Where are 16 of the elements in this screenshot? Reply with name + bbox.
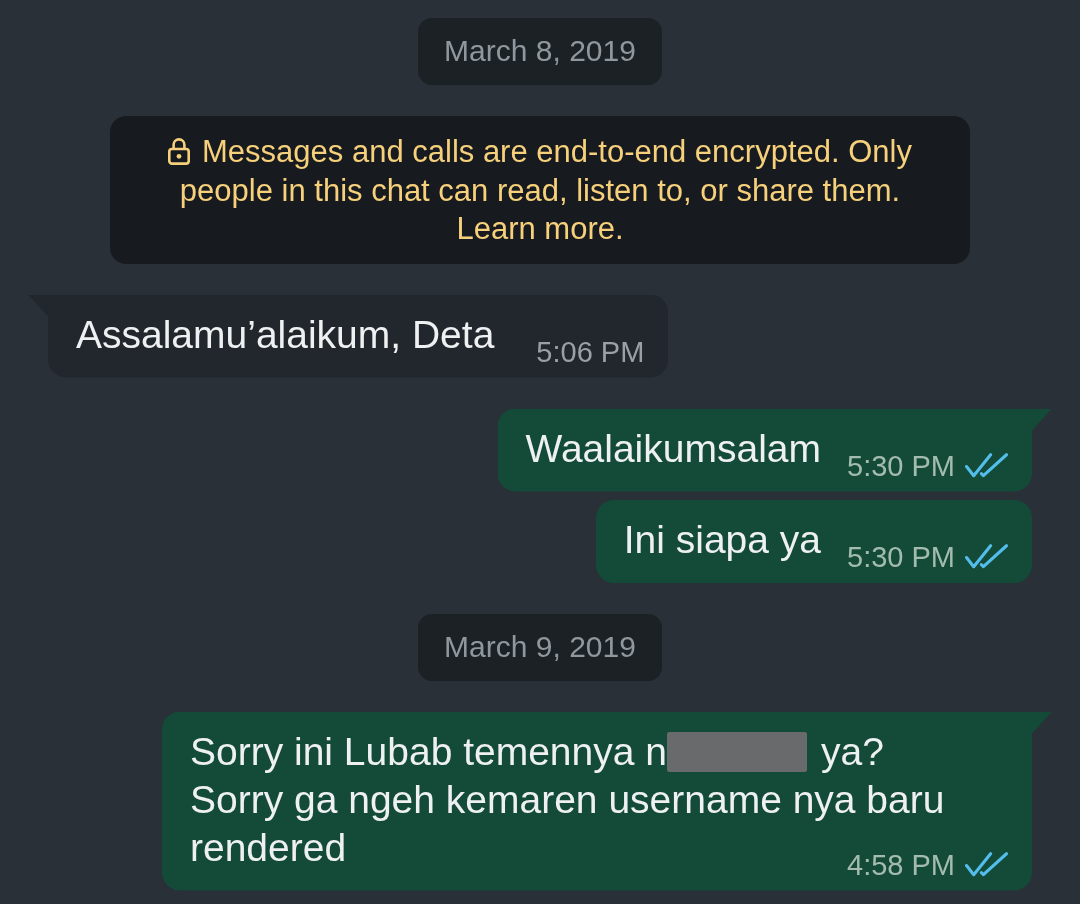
message-text: Assalamu’alaikum, Deta xyxy=(76,311,495,358)
message-time: 4:58 PM xyxy=(847,848,955,881)
date-separator: March 9, 2019 xyxy=(418,613,662,681)
message-text: rendered xyxy=(190,824,347,871)
message-text: Sorry ga ngeh kemaren username nya baru xyxy=(190,776,945,823)
message-text: ya? xyxy=(820,728,884,775)
message-time: 5:30 PM xyxy=(847,540,955,573)
encryption-notice-text: Messages and calls are end-to-end encrypted. Only people in this chat can read, listen to, or share them. Learn more. xyxy=(150,133,930,249)
date-separator: March 8, 2019 xyxy=(418,18,662,85)
message-time: 5:06 PM xyxy=(536,335,645,368)
message-text: Sorry ini Lubab temennya n xyxy=(190,728,667,775)
message-text: Waalaikumsalam xyxy=(525,425,821,472)
learn-more-link[interactable]: Learn more. xyxy=(456,211,624,246)
message-text: Ini siapa ya xyxy=(623,516,821,563)
message-time: 5:30 PM xyxy=(847,449,955,482)
lock-icon xyxy=(168,138,190,165)
